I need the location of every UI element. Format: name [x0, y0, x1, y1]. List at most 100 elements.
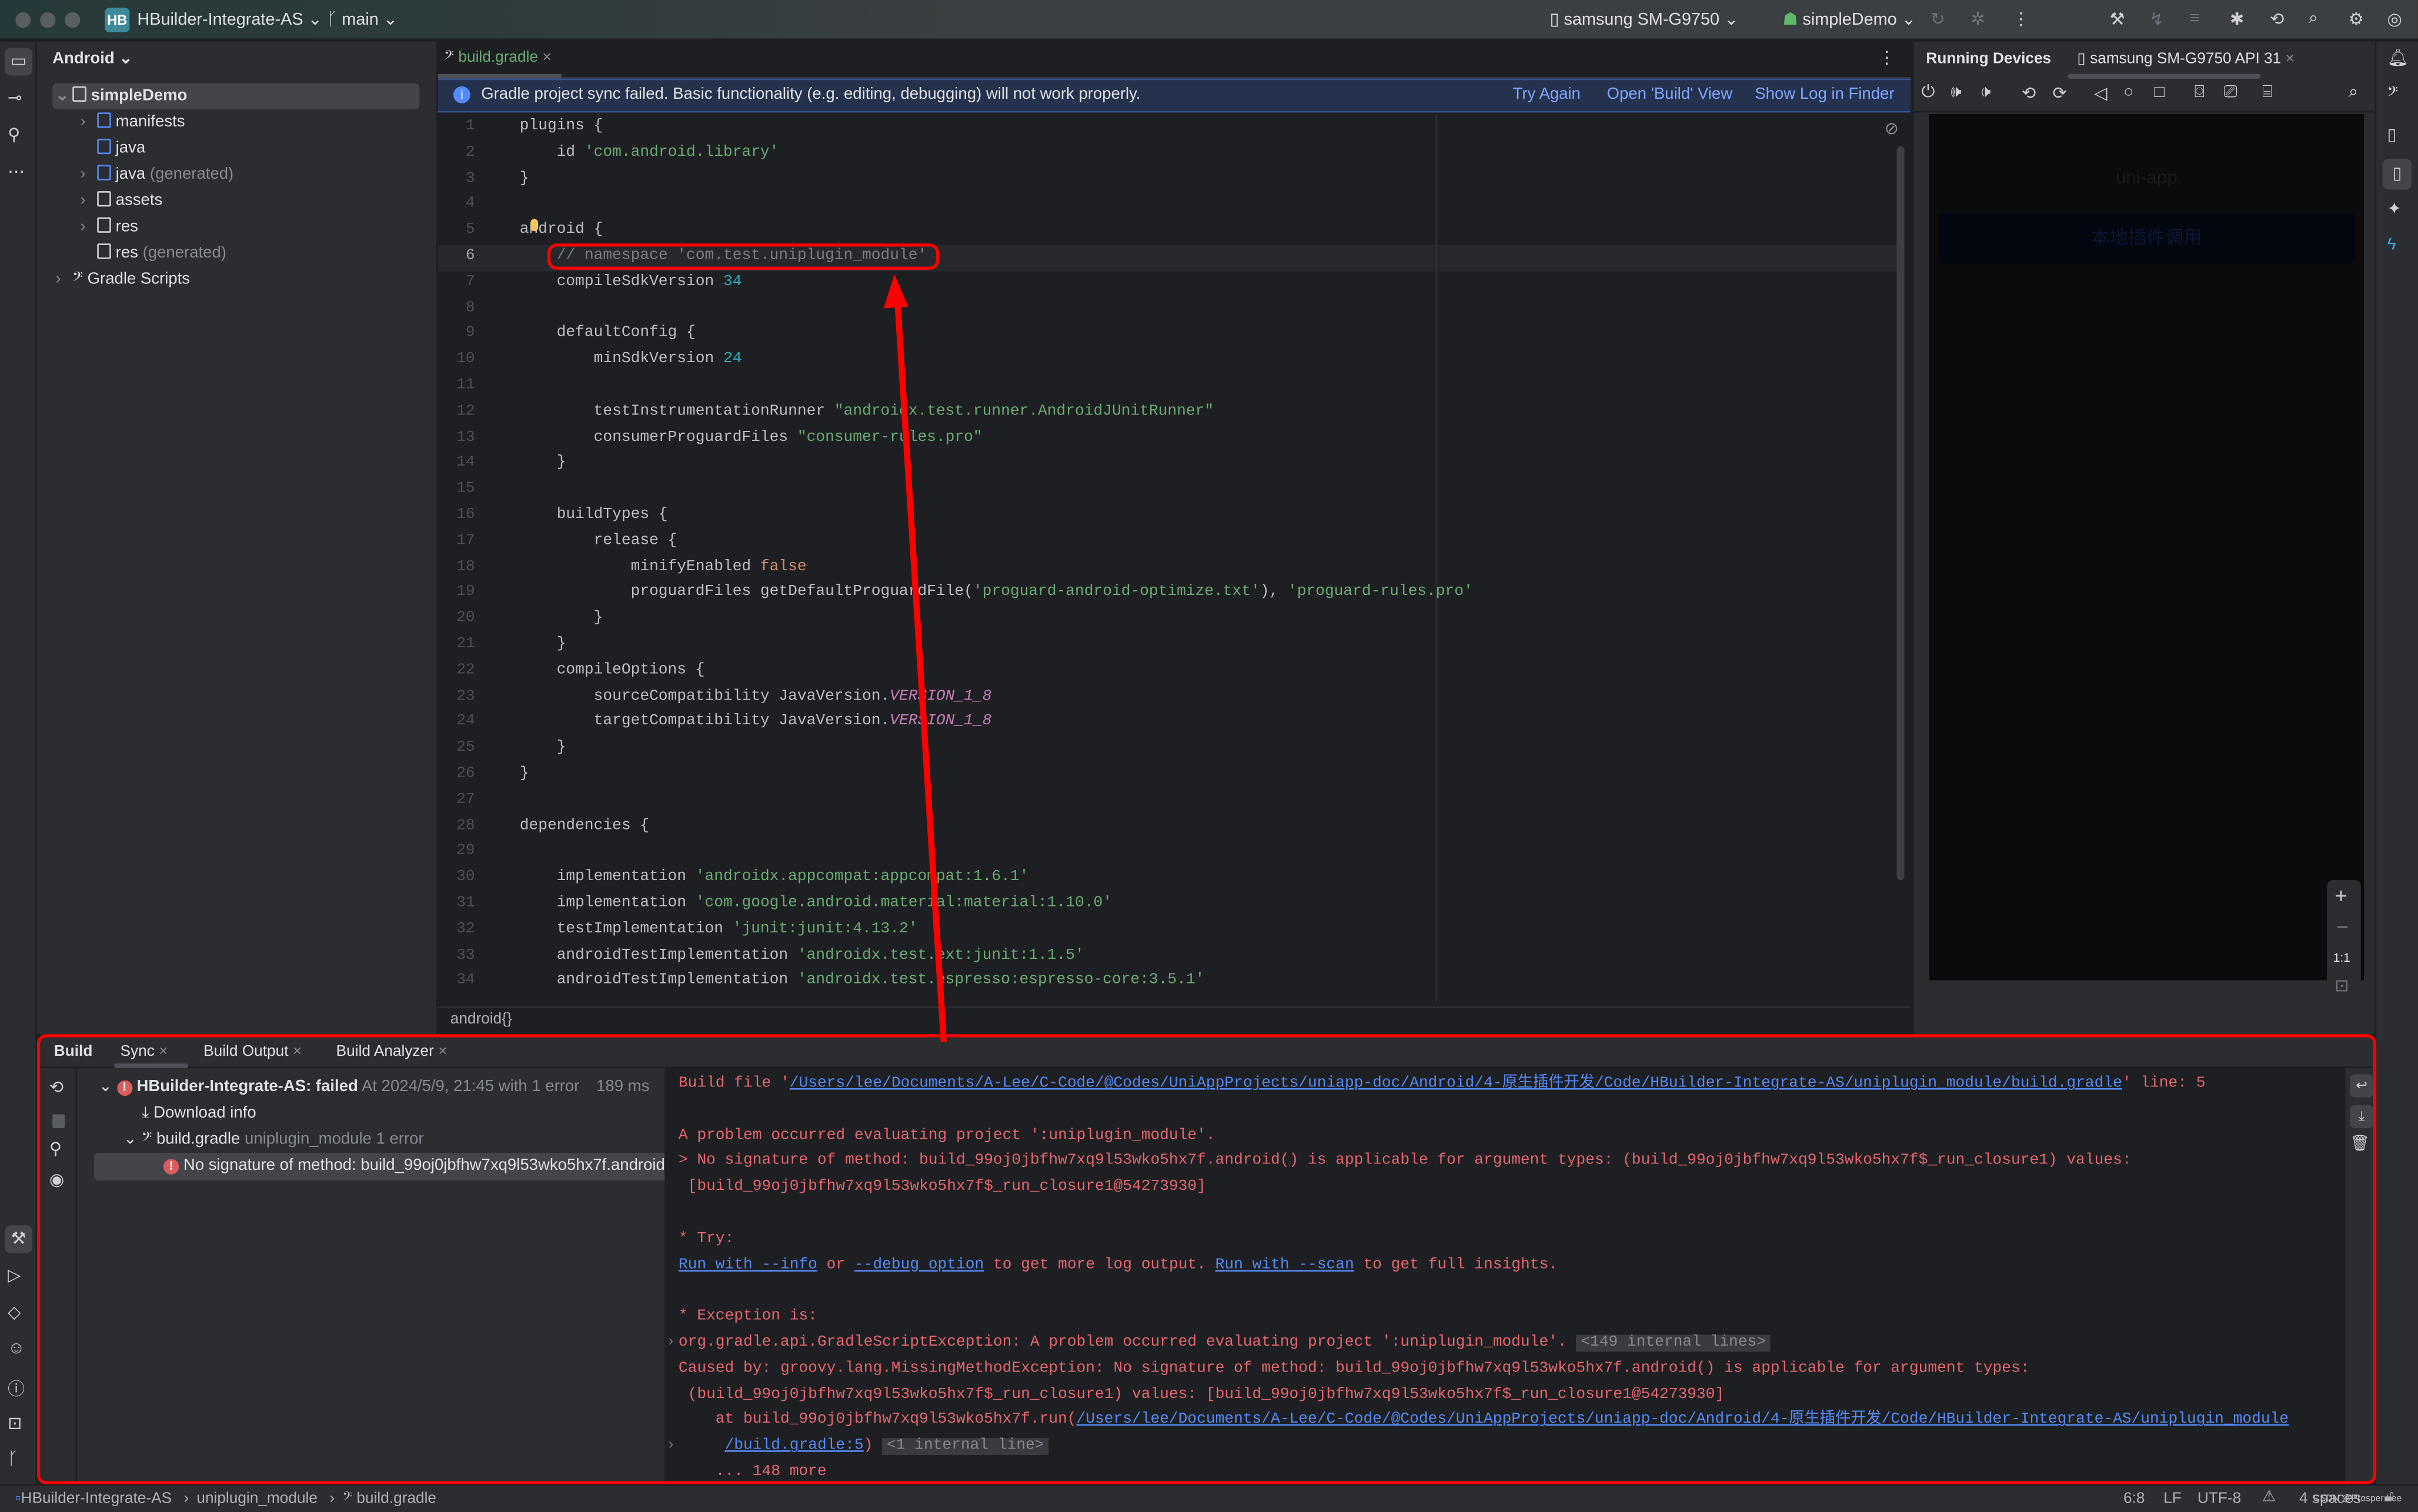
code-line[interactable]: 11: [438, 373, 1900, 399]
close-icon[interactable]: ×: [542, 49, 551, 66]
tree-item[interactable]: › java (generated): [80, 162, 233, 188]
build-root-node[interactable]: ⌄ ! HBuilder-Integrate-AS: failed At 202…: [99, 1074, 649, 1100]
code-line[interactable]: 31 implementation 'com.google.android.ma…: [438, 891, 1900, 917]
expand-icon[interactable]: ›: [666, 1330, 676, 1357]
local-plugin-call-button[interactable]: 本地插件调用: [1938, 212, 2355, 264]
console-link[interactable]: /Users/lee/Documents/A-Lee/C-Code/@Codes…: [1077, 1413, 2289, 1430]
overview-icon[interactable]: □: [2154, 83, 2164, 102]
problems-icon[interactable]: ⓘ: [8, 1376, 25, 1401]
commit-icon[interactable]: ⊸: [8, 88, 22, 108]
version-control-icon[interactable]: ᚴ: [8, 1450, 18, 1468]
volume-down-icon[interactable]: 🕩: [1980, 83, 1990, 103]
device-selector[interactable]: ▯ samsung SM-G9750 ⌄: [1550, 9, 1739, 29]
code-line[interactable]: 4: [438, 192, 1900, 218]
code-line[interactable]: 34 androidTestImplementation 'androidx.t…: [438, 969, 1900, 995]
rerun-icon[interactable]: ↻: [1931, 9, 1945, 29]
line-number[interactable]: 30: [438, 865, 475, 891]
chevron-right-icon[interactable]: ›: [80, 162, 97, 188]
expand-icon[interactable]: ›: [666, 1434, 676, 1460]
build-tool-icon[interactable]: ⚒: [4, 1225, 33, 1253]
project-switcher[interactable]: HBuilder-Integrate-AS ⌄: [137, 9, 322, 29]
code-line[interactable]: 7 compileSdkVersion 34: [438, 269, 1900, 296]
lock-icon[interactable]: 🔓︎: [2384, 1489, 2394, 1506]
attach-debugger-icon[interactable]: ✱: [2230, 9, 2244, 29]
code-line[interactable]: 26}: [438, 761, 1900, 788]
code-line[interactable]: 3}: [438, 166, 1900, 192]
console-link[interactable]: Run with --info: [679, 1257, 817, 1274]
code-line[interactable]: 29: [438, 839, 1900, 865]
zoom-in-icon[interactable]: +: [2334, 883, 2347, 908]
gemini-icon[interactable]: ✦: [2387, 199, 2401, 219]
close-icon[interactable]: ×: [2286, 51, 2295, 68]
zoom-reset-button[interactable]: 1:1: [2333, 951, 2350, 965]
volume-up-icon[interactable]: 🕪: [1951, 83, 1961, 103]
terminal-icon[interactable]: ⊡: [8, 1413, 22, 1433]
rotate-left-icon[interactable]: ⟲: [2022, 83, 2036, 103]
tree-item[interactable]: ⌄ simpleDemo: [52, 83, 420, 110]
line-number[interactable]: 17: [438, 528, 475, 555]
code-line[interactable]: 14 }: [438, 451, 1900, 477]
line-number[interactable]: 19: [438, 580, 475, 607]
apply-changes-icon[interactable]: ↯: [2150, 9, 2164, 29]
line-number[interactable]: 13: [438, 425, 475, 451]
flutter-icon[interactable]: ϟ: [2387, 236, 2396, 254]
code-line[interactable]: 32 testImplementation 'junit:junit:4.13.…: [438, 916, 1900, 943]
line-number[interactable]: 22: [438, 658, 475, 684]
build-icon[interactable]: ⚒: [2109, 9, 2125, 29]
open-build-view-link[interactable]: Open 'Build' View: [1607, 85, 1733, 103]
code-line[interactable]: 13 consumerProguardFiles "consumer-rules…: [438, 425, 1900, 451]
sync-gradle-icon[interactable]: ⟲: [2270, 9, 2284, 29]
soft-wrap-icon[interactable]: ↩: [2350, 1074, 2373, 1098]
code-line[interactable]: 8: [438, 295, 1900, 322]
tab-sync[interactable]: Sync ×: [121, 1043, 168, 1061]
crumb-file[interactable]: build.gradle: [356, 1490, 436, 1507]
stop-icon[interactable]: [52, 1114, 65, 1129]
tree-item[interactable]: › manifests: [80, 109, 185, 136]
zoom-window-button[interactable]: [65, 12, 81, 28]
notifications-icon[interactable]: 🔔︎: [2387, 48, 2409, 68]
close-icon[interactable]: ×: [438, 1043, 447, 1061]
sync-icon[interactable]: ⟲: [49, 1078, 64, 1097]
line-separator[interactable]: LF: [2163, 1490, 2182, 1507]
close-icon[interactable]: ×: [159, 1043, 168, 1061]
close-window-button[interactable]: [15, 12, 31, 28]
line-number[interactable]: 2: [438, 140, 475, 166]
account-icon[interactable]: ◎: [2387, 9, 2402, 29]
resource-manager-icon[interactable]: ⚲: [8, 125, 20, 145]
chevron-right-icon[interactable]: ›: [55, 267, 72, 293]
line-number[interactable]: 10: [438, 347, 475, 373]
tree-item[interactable]: java: [80, 136, 145, 162]
device-search-icon[interactable]: ⌕: [2349, 83, 2358, 103]
line-number[interactable]: 31: [438, 891, 475, 917]
run-config-selector[interactable]: ☗ simpleDemo ⌄: [1782, 9, 1915, 29]
tree-item[interactable]: › res: [80, 214, 138, 240]
project-folder-icon[interactable]: ▭: [4, 48, 33, 76]
code-line[interactable]: 15: [438, 477, 1900, 503]
build-file-node[interactable]: ⌄ 𝄢 build.gradle uniplugin_module 1 erro…: [123, 1127, 424, 1153]
editor-scrollbar[interactable]: [1896, 146, 1905, 881]
search-icon[interactable]: ⌕: [2309, 9, 2318, 29]
close-icon[interactable]: ×: [293, 1043, 302, 1061]
line-number[interactable]: 3: [438, 166, 475, 192]
code-line[interactable]: 9 defaultConfig {: [438, 321, 1900, 347]
logcat-icon[interactable]: ☺: [8, 1339, 25, 1357]
line-number[interactable]: 11: [438, 373, 475, 399]
zoom-out-icon[interactable]: −: [2336, 914, 2349, 939]
line-number[interactable]: 20: [438, 606, 475, 633]
tree-item[interactable]: res (generated): [80, 240, 226, 267]
back-icon[interactable]: ◁: [2094, 83, 2107, 103]
line-number[interactable]: 14: [438, 451, 475, 477]
tab-build-output[interactable]: Build Output ×: [203, 1043, 302, 1061]
debug-icon[interactable]: ✲: [1971, 9, 1985, 29]
line-number[interactable]: 1: [438, 114, 475, 141]
chevron-right-icon[interactable]: ›: [80, 214, 97, 240]
code-line[interactable]: 21 }: [438, 632, 1900, 658]
error-node[interactable]: ! No signature of method: build_99oj0jbf…: [93, 1153, 665, 1181]
line-number[interactable]: 6: [438, 243, 475, 270]
code-line[interactable]: 33 androidTestImplementation 'androidx.t…: [438, 942, 1900, 969]
code-line[interactable]: 18 minifyEnabled false: [438, 554, 1900, 581]
tree-item[interactable]: › assets: [80, 188, 162, 215]
fit-screen-icon[interactable]: ⊡: [2334, 976, 2349, 995]
build-console[interactable]: Build file '/Users/lee/Documents/A-Lee/C…: [664, 1068, 2346, 1481]
code-line[interactable]: 17 release {: [438, 528, 1900, 555]
